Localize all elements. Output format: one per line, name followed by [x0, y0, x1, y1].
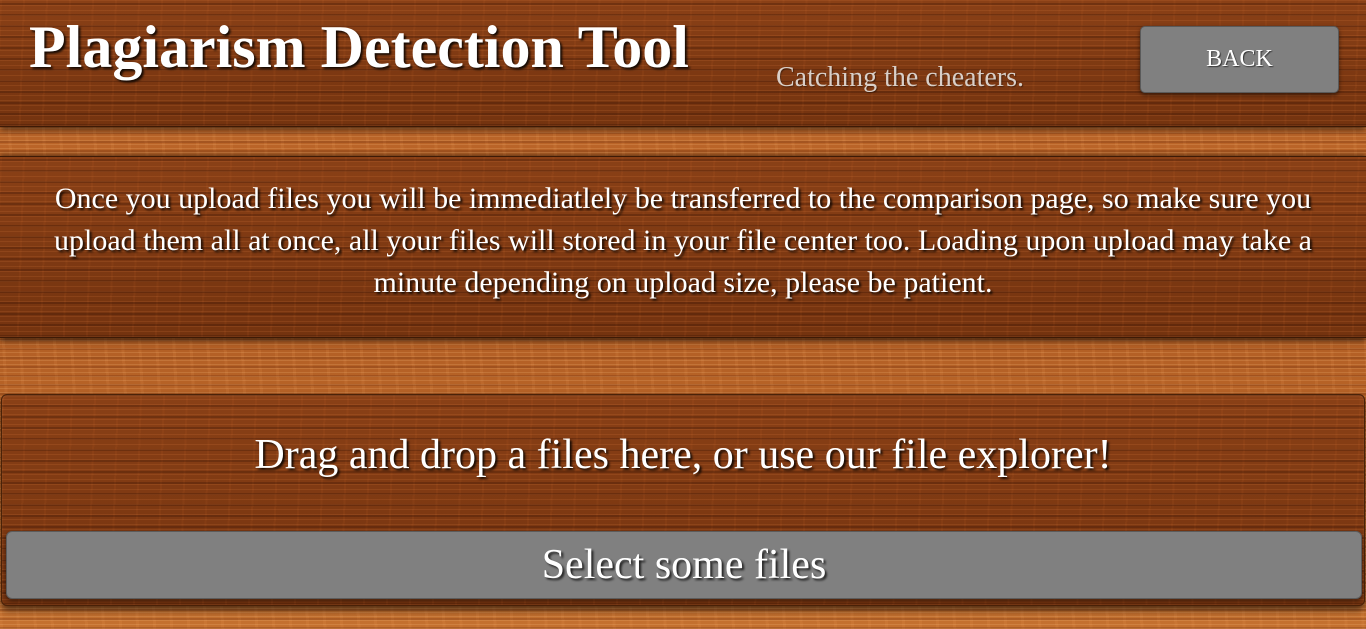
upload-instructions-panel: Once you upload files you will be immedi… — [0, 156, 1366, 338]
file-drop-zone[interactable]: Drag and drop a files here, or use our f… — [1, 394, 1365, 606]
back-button[interactable]: BACK — [1140, 26, 1339, 93]
upload-instructions-text: Once you upload files you will be immedi… — [54, 182, 1312, 299]
select-files-button[interactable]: Select some files — [6, 531, 1362, 599]
site-tagline: Catching the cheaters. — [776, 62, 1025, 93]
page-title: Plagiarism Detection Tool — [29, 14, 689, 80]
site-header: Plagiarism Detection Tool Catching the c… — [0, 0, 1366, 127]
drop-zone-prompt: Drag and drop a files here, or use our f… — [254, 432, 1112, 478]
